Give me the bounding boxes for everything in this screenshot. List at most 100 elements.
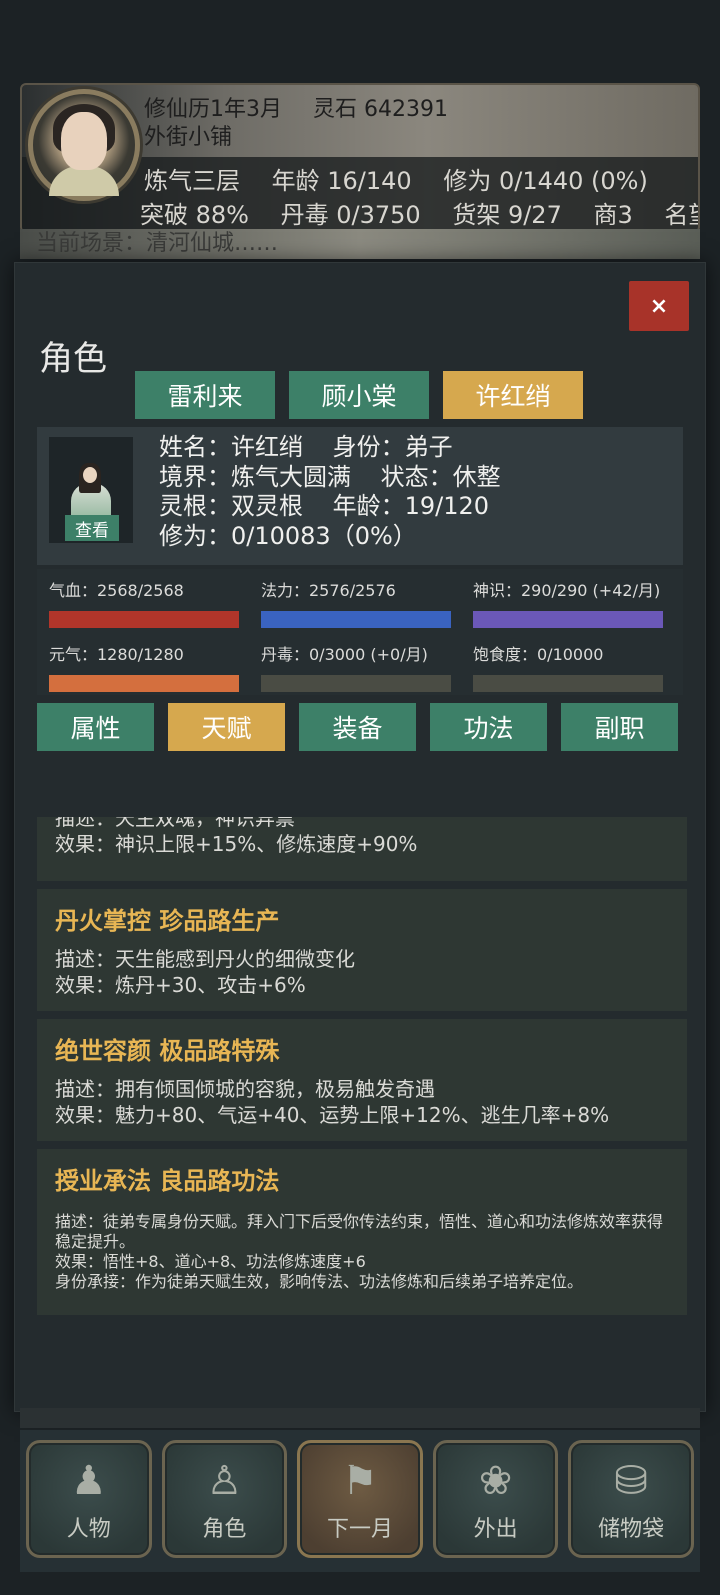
talent-title: 丹火掌控 珍品路生产 xyxy=(55,907,280,935)
tab-character-3[interactable]: 许红绡 xyxy=(443,371,583,419)
player-age: 年龄 16/140 xyxy=(271,167,412,195)
fame-label: 名望 xyxy=(664,201,698,229)
profile-realm: 境界：炼气大圆满 xyxy=(159,462,351,491)
close-button[interactable]: × xyxy=(629,281,689,331)
stat-pill-toxin: 丹毒：0/3000 (+0/月) xyxy=(261,641,451,692)
player-cultivation: 修为 0/1440 (0%) xyxy=(443,167,648,195)
talent-desc: 描述：天生能感到丹火的细微变化 xyxy=(55,947,355,971)
stat-fill xyxy=(49,611,239,628)
stat-bar xyxy=(49,611,239,628)
role-icon: ♙ xyxy=(206,1458,243,1504)
nav-label: 下一月 xyxy=(326,1517,393,1542)
character-tabs: 雷利来 顾小棠 许红绡 xyxy=(135,371,583,419)
profile-row: 境界：炼气大圆满 状态：休整 xyxy=(159,463,523,493)
view-button[interactable]: 查看 xyxy=(65,515,119,541)
status-panel: 修仙历1年3月 灵石 642391 外街小铺 炼气三层 年龄 16/140 修为… xyxy=(20,83,700,233)
tab-side-job[interactable]: 副职 xyxy=(561,703,678,751)
nav-label: 人物 xyxy=(66,1517,111,1542)
nav-strip xyxy=(20,1408,700,1428)
shop-level: 商3 xyxy=(593,201,633,229)
tab-equipment[interactable]: 装备 xyxy=(299,703,416,751)
status-line-4: 突破 88% 丹毒 0/3750 货架 9/27 商3 名望 xyxy=(140,195,698,230)
scene-strip: 当前场景：清河仙城…… xyxy=(20,229,700,259)
stat-fill xyxy=(473,611,663,628)
talent-desc: 描述：徒弟专属身份天赋。拜入门下后受你传法约束，悟性、道心和功法修炼效率获得稳定… xyxy=(55,1212,664,1251)
bag-icon: ⛁ xyxy=(614,1458,648,1504)
profile-state: 状态：休整 xyxy=(380,462,501,491)
profile-name: 姓名：许红绡 xyxy=(159,433,303,461)
talent-card: 丹火掌控 珍品路生产 描述：天生能感到丹火的细微变化 效果：炼丹+30、攻击+6… xyxy=(37,889,687,1011)
player-realm: 炼气三层 xyxy=(144,167,240,195)
player-avatar[interactable] xyxy=(28,89,140,201)
stat-label: 饱食度：0/10000 xyxy=(473,645,604,664)
tab-techniques[interactable]: 功法 xyxy=(430,703,547,751)
stat-bar xyxy=(261,675,451,692)
location-label: 外街小铺 xyxy=(144,125,233,150)
stat-label: 丹毒：0/3000 (+0/月) xyxy=(261,645,428,664)
status-line-3: 炼气三层 年龄 16/140 修为 0/1440 (0%) xyxy=(144,161,672,196)
talent-desc: 描述：拥有倾国倾城的容貌，极易触发奇遇 xyxy=(55,1077,435,1101)
talent-title: 绝世容颜 极品路特殊 xyxy=(55,1037,280,1065)
lotus-icon: ❀ xyxy=(478,1458,513,1504)
profile-cultivation: 修为：0/10083（0%） xyxy=(159,521,417,550)
stat-fill xyxy=(261,611,451,628)
tab-character-2[interactable]: 顾小棠 xyxy=(289,371,429,419)
stats-panel: 气血：2568/2568 法力：2576/2576 神识：290/290 (+4… xyxy=(37,569,683,695)
nav-bag-button[interactable]: ⛁ 储物袋 xyxy=(568,1440,694,1558)
breakthrough-rate: 突破 88% xyxy=(140,201,249,229)
nav-person-button[interactable]: ♟ 人物 xyxy=(26,1440,152,1558)
profile-lines: 姓名：许红绡 身份：弟子 境界：炼气大圆满 状态：休整 灵根：双灵根 年龄：19… xyxy=(159,433,523,551)
shelves-count: 货架 9/27 xyxy=(452,201,562,229)
talent-card: 绝世容颜 极品路特殊 描述：拥有倾国倾城的容貌，极易触发奇遇 效果：魅力+80、… xyxy=(37,1019,687,1141)
game-screen: 修仙历1年3月 灵石 642391 外街小铺 炼气三层 年龄 16/140 修为… xyxy=(0,0,720,1595)
stat-bar xyxy=(49,675,239,692)
tab-character-1[interactable]: 雷利来 xyxy=(135,371,275,419)
talent-card: 描述：天生双魂，神识异禀 效果：神识上限+15%、修炼速度+90% xyxy=(37,817,687,881)
talent-list[interactable]: 描述：天生双魂，神识异禀 效果：神识上限+15%、修炼速度+90% 丹火掌控 珍… xyxy=(37,817,687,1407)
character-modal: × 角色 雷利来 顾小棠 许红绡 查看 姓名：许红绡 身份：弟子 境界：炼气大圆… xyxy=(14,262,706,1412)
nav-label: 角色 xyxy=(202,1517,247,1542)
talent-effect: 效果：魅力+80、气运+40、运势上限+12%、逃生几率+8% xyxy=(55,1103,610,1127)
nav-label: 外出 xyxy=(473,1517,518,1542)
profile-root: 灵根：双灵根 xyxy=(159,492,303,520)
talent-effect: 效果：炼丹+30、攻击+6% xyxy=(55,973,306,997)
stat-label: 法力：2576/2576 xyxy=(261,581,396,600)
portrait-head xyxy=(83,467,97,483)
stat-hp: 气血：2568/2568 xyxy=(49,577,239,628)
stat-bar xyxy=(261,611,451,628)
profile-identity: 身份：弟子 xyxy=(332,433,453,461)
profile-row: 姓名：许红绡 身份：弟子 xyxy=(159,433,523,463)
nav-label: 储物袋 xyxy=(598,1517,665,1542)
person-icon: ♟ xyxy=(70,1458,107,1504)
modal-title: 角色 xyxy=(39,339,107,379)
spirit-stones: 灵石 642391 xyxy=(313,97,448,122)
stat-label: 神识：290/290 (+42/月) xyxy=(473,581,661,600)
stat-bar xyxy=(473,675,663,692)
tab-attributes[interactable]: 属性 xyxy=(37,703,154,751)
bottom-nav: ♟ 人物 ♙ 角色 ⚑ 下一月 ❀ 外出 ⛁ 储物袋 xyxy=(20,1430,700,1572)
talent-extra: 身份承接：作为徒弟天赋生效，影响传法、功法修炼和后续弟子培养定位。 xyxy=(55,1272,584,1291)
character-portrait: 查看 xyxy=(49,437,133,543)
talent-effect: 效果：神识上限+15%、修炼速度+90% xyxy=(55,832,418,856)
avatar-face xyxy=(61,112,107,170)
profile-row: 修为：0/10083（0%） xyxy=(159,522,523,552)
talent-title: 授业承法 良品路功法 xyxy=(55,1167,280,1195)
stat-satiety: 饱食度：0/10000 xyxy=(473,641,663,692)
character-info-card: 查看 姓名：许红绡 身份：弟子 境界：炼气大圆满 状态：休整 灵根：双灵根 年龄… xyxy=(37,427,683,565)
tab-talents[interactable]: 天赋 xyxy=(168,703,285,751)
nav-role-button[interactable]: ♙ 角色 xyxy=(161,1440,288,1558)
nav-outing-button[interactable]: ❀ 外出 xyxy=(432,1440,559,1558)
stat-vitality: 元气：1280/1280 xyxy=(49,641,239,692)
flag-icon: ⚑ xyxy=(342,1458,378,1504)
profile-age: 年龄：19/120 xyxy=(332,492,490,520)
profile-row: 灵根：双灵根 年龄：19/120 xyxy=(159,492,523,522)
pill-toxin: 丹毒 0/3750 xyxy=(280,201,421,229)
section-tabs: 属性 天赋 装备 功法 副职 xyxy=(37,703,678,751)
stat-spirit-sense: 神识：290/290 (+42/月) xyxy=(473,577,663,628)
talent-card: 授业承法 良品路功法 描述：徒弟专属身份天赋。拜入门下后受你传法约束，悟性、道心… xyxy=(37,1149,687,1315)
stat-bar xyxy=(473,611,663,628)
stat-label: 气血：2568/2568 xyxy=(49,581,184,600)
stat-label: 元气：1280/1280 xyxy=(49,645,184,664)
talent-effect: 效果：悟性+8、道心+8、功法修炼速度+6 xyxy=(55,1252,366,1271)
nav-next-month-button[interactable]: ⚑ 下一月 xyxy=(297,1440,423,1558)
